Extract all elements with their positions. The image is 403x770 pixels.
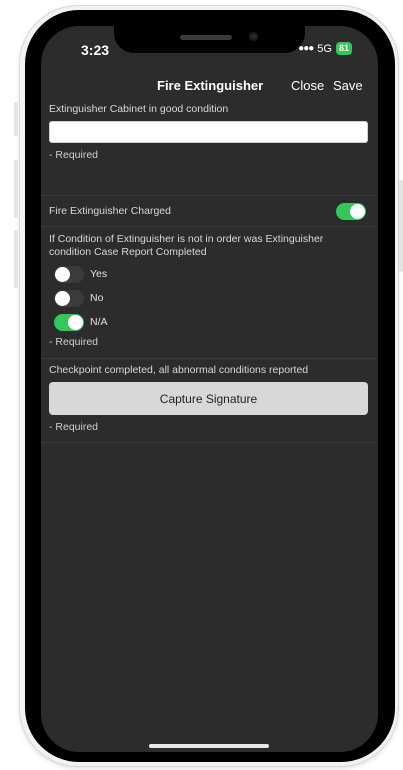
case-report-section: If Condition of Extinguisher is not in o… (41, 227, 378, 359)
toggle-knob (350, 203, 365, 219)
status-indicators: ●●● 5G 81 (298, 42, 352, 55)
case-report-label: If Condition of Extinguisher is not in o… (49, 233, 324, 258)
checkpoint-label: Checkpoint completed, all abnormal condi… (49, 364, 309, 376)
toggle-knob (55, 266, 70, 282)
status-time: 3:23 (81, 42, 110, 58)
option-no[interactable]: No (54, 286, 370, 310)
navbar: Fire Extinguisher Close Save (41, 72, 378, 98)
toggle-knob (55, 290, 70, 306)
close-button[interactable]: Close (291, 78, 324, 93)
checkpoint-section: Checkpoint completed, all abnormal condi… (41, 359, 378, 443)
battery-badge: 81 (335, 42, 352, 55)
home-indicator[interactable] (149, 744, 269, 748)
notch (114, 26, 305, 53)
case-report-required-note: - Required (49, 336, 99, 348)
cabinet-required-note: - Required (49, 149, 99, 161)
charged-label: Fire Extinguisher Charged (49, 204, 171, 217)
checkpoint-required-note: - Required (49, 421, 99, 433)
power-button (399, 180, 403, 272)
mute-switch (14, 102, 18, 136)
speaker-grille (180, 35, 232, 40)
cabinet-text-input[interactable] (49, 121, 368, 143)
volume-down-button (14, 230, 18, 288)
charged-toggle[interactable] (336, 202, 366, 220)
option-yes[interactable]: Yes (54, 262, 370, 286)
option-na[interactable]: N/A (54, 310, 370, 334)
option-no-label: No (90, 292, 104, 304)
capture-signature-button[interactable]: Capture Signature (49, 382, 368, 415)
cabinet-section: Extinguisher Cabinet in good condition -… (41, 100, 378, 196)
save-button[interactable]: Save (333, 78, 363, 93)
toggle-knob (68, 314, 83, 330)
na-toggle[interactable] (54, 313, 84, 331)
page-title: Fire Extinguisher (157, 78, 264, 93)
option-na-label: N/A (90, 316, 108, 328)
inspection-form: Extinguisher Cabinet in good condition -… (41, 100, 378, 443)
option-yes-label: Yes (90, 268, 108, 280)
front-camera (249, 32, 258, 41)
volume-up-button (14, 160, 18, 218)
app-screen: 3:23 ●●● 5G 81 Fire Extinguisher Close S… (41, 26, 378, 752)
yes-toggle[interactable] (54, 265, 84, 283)
network-label: 5G (317, 42, 332, 55)
no-toggle[interactable] (54, 289, 84, 307)
signal-icon: ●●● (298, 43, 314, 54)
cabinet-label: Extinguisher Cabinet in good condition (49, 103, 229, 115)
charged-section: Fire Extinguisher Charged (41, 196, 378, 227)
